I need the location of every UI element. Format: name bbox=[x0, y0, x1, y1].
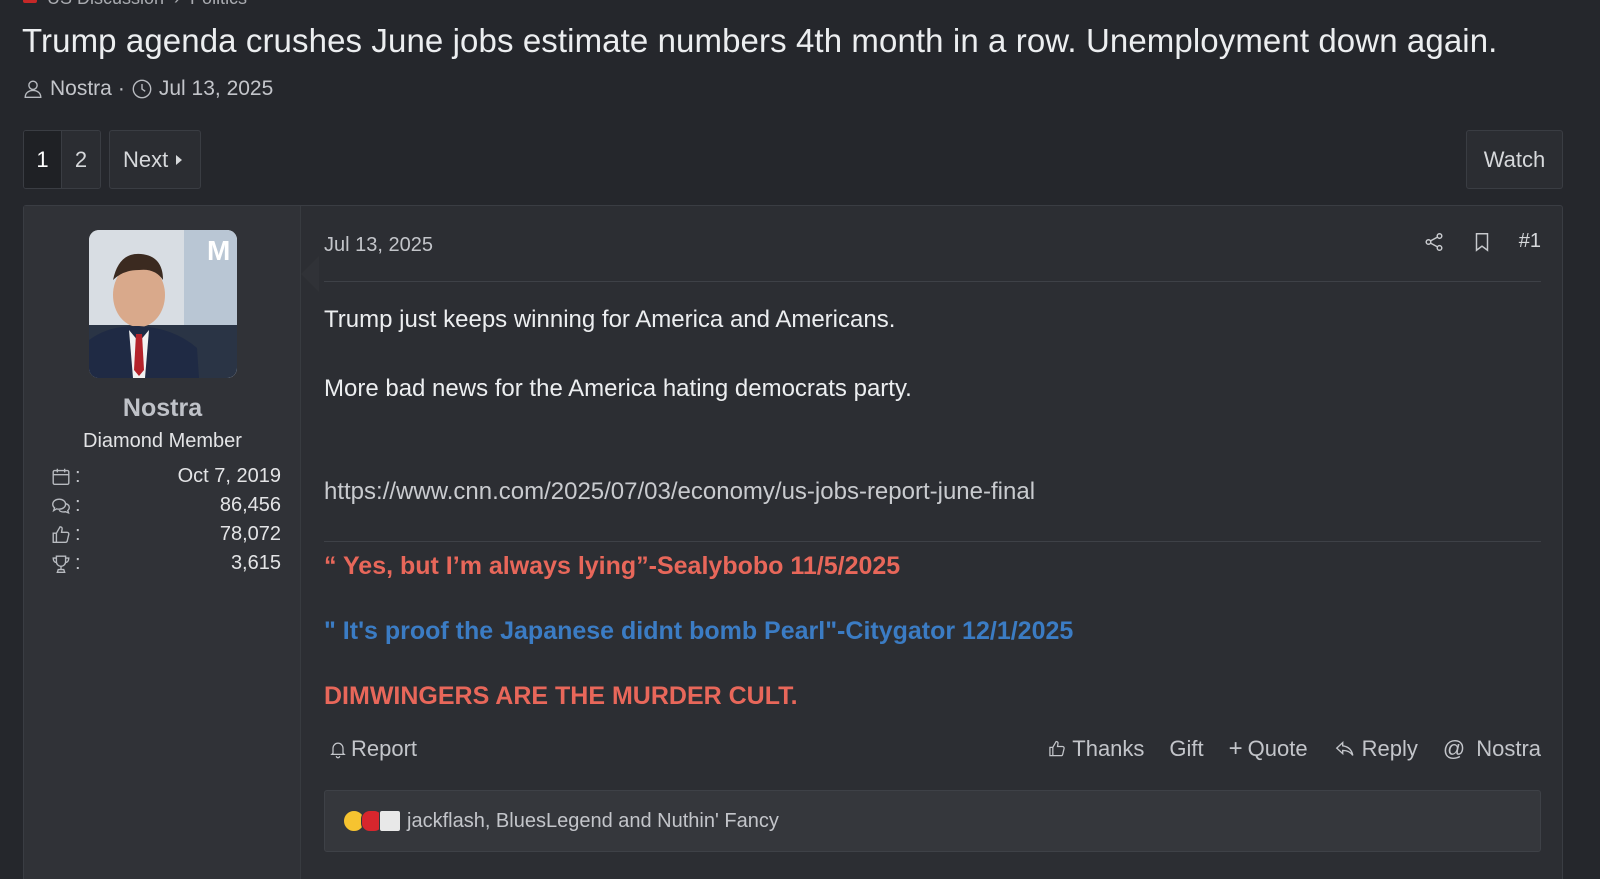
page-number-group: 1 2 bbox=[23, 130, 101, 189]
post-header-actions: #1 bbox=[1423, 230, 1541, 253]
gift-label: Gift bbox=[1169, 736, 1204, 761]
thumbs-up-icon bbox=[52, 525, 70, 543]
stat-label: : bbox=[75, 494, 81, 516]
body-line-1: Trump just keeps winning for America and… bbox=[324, 306, 896, 333]
messages-icon bbox=[52, 497, 70, 514]
breadcrumb-subforum[interactable]: Politics bbox=[190, 0, 247, 9]
bookmark-icon[interactable] bbox=[1471, 231, 1493, 253]
mention-label: Nostra bbox=[1476, 736, 1541, 761]
stat-value: 3,615 bbox=[230, 552, 281, 574]
user-stats: : Oct 7, 2019 : 86,456 : 78,072 : 3,615 bbox=[49, 462, 281, 578]
meta-separator: · bbox=[117, 77, 125, 100]
stat-label: : bbox=[75, 465, 81, 487]
stat-label: : bbox=[75, 552, 81, 574]
stat-joined: : Oct 7, 2019 bbox=[49, 462, 281, 491]
body-link[interactable]: https://www.cnn.com/2025/07/03/economy/u… bbox=[324, 478, 1035, 506]
reply-icon bbox=[1335, 741, 1354, 756]
reply-button[interactable]: Reply bbox=[1333, 736, 1418, 762]
report-label: Report bbox=[351, 736, 418, 761]
reactions-bar[interactable]: jackflash, BluesLegend and Nuthin' Fancy bbox=[324, 790, 1541, 852]
bell-icon bbox=[330, 742, 346, 759]
avatar-image: M bbox=[89, 230, 237, 378]
flag-icon bbox=[23, 0, 37, 3]
watch-button[interactable]: Watch bbox=[1466, 130, 1563, 189]
quote-label: Quote bbox=[1247, 736, 1308, 761]
mention-button[interactable]: @ Nostra bbox=[1443, 736, 1541, 762]
thanks-label: Thanks bbox=[1072, 736, 1145, 761]
calendar-icon bbox=[52, 468, 70, 485]
next-page-button[interactable]: Next bbox=[109, 130, 202, 189]
clock-icon bbox=[132, 79, 152, 99]
sticker-emoji-icon bbox=[379, 810, 401, 832]
stat-value: 86,456 bbox=[219, 494, 281, 516]
breadcrumb-forum[interactable]: US Discussion bbox=[47, 0, 164, 9]
post-arrow bbox=[301, 256, 319, 292]
thread-title: Trump agenda crushes June jobs estimate … bbox=[22, 22, 1498, 59]
post-username[interactable]: Nostra bbox=[24, 394, 301, 423]
stat-reactions: : 78,072 bbox=[49, 520, 281, 549]
share-icon[interactable] bbox=[1423, 231, 1445, 253]
report-button[interactable]: Report bbox=[328, 736, 417, 762]
body-line-2: More bad news for the America hating dem… bbox=[324, 375, 912, 402]
header-divider bbox=[324, 281, 1541, 282]
stat-value: Oct 7, 2019 bbox=[177, 465, 281, 487]
stat-messages: : 86,456 bbox=[49, 491, 281, 520]
post-main: Jul 13, 2025 #1 Trump just keeps winning… bbox=[324, 206, 1564, 879]
reactions-users[interactable]: jackflash, BluesLegend and Nuthin' Fancy bbox=[407, 810, 779, 833]
gift-button[interactable]: Gift bbox=[1169, 736, 1203, 762]
plus-icon: + bbox=[1228, 735, 1243, 762]
breadcrumb: US Discussion › Politics bbox=[23, 0, 247, 8]
stat-points: : 3,615 bbox=[49, 549, 281, 578]
thumbs-up-icon bbox=[1049, 740, 1066, 757]
page-1-button[interactable]: 1 bbox=[24, 131, 62, 188]
caret-right-icon bbox=[176, 154, 183, 165]
page-2-button[interactable]: 2 bbox=[62, 131, 100, 188]
stat-label: : bbox=[75, 523, 81, 545]
post: M Nostra Diamond Member : Oct 7, 2019 : … bbox=[23, 205, 1563, 879]
quote-button[interactable]: + Quote bbox=[1229, 736, 1308, 762]
avatar[interactable]: M bbox=[89, 230, 237, 378]
thread-date[interactable]: Jul 13, 2025 bbox=[159, 77, 273, 101]
svg-text:M: M bbox=[207, 235, 230, 266]
breadcrumb-separator: › bbox=[174, 0, 180, 9]
post-date[interactable]: Jul 13, 2025 bbox=[324, 234, 433, 257]
trophy-icon bbox=[52, 555, 70, 573]
thread-author[interactable]: Nostra bbox=[50, 77, 112, 101]
post-footer: Report Thanks Gift + Quote Reply @ Nostr… bbox=[324, 736, 1541, 772]
thanks-button[interactable]: Thanks bbox=[1047, 736, 1144, 762]
post-user-column: M Nostra Diamond Member : Oct 7, 2019 : … bbox=[24, 206, 301, 879]
post-footer-actions: Thanks Gift + Quote Reply @ Nostra bbox=[1047, 736, 1541, 762]
signature-divider bbox=[324, 541, 1541, 542]
signature-line-2: " It's proof the Japanese didnt bomb Pea… bbox=[324, 617, 1074, 645]
post-number[interactable]: #1 bbox=[1519, 230, 1541, 253]
signature-line-3: DIMWINGERS ARE THE MURDER CULT. bbox=[324, 682, 798, 710]
stat-value: 78,072 bbox=[219, 523, 281, 545]
next-label: Next bbox=[123, 146, 169, 172]
user-icon bbox=[24, 80, 42, 98]
thread-meta: Nostra · Jul 13, 2025 bbox=[22, 77, 273, 101]
reply-label: Reply bbox=[1361, 736, 1418, 761]
user-title: Diamond Member bbox=[83, 430, 242, 452]
pagination: 1 2 Next bbox=[23, 130, 202, 189]
signature-line-1: “ Yes, but I’m always lying”-Sealybobo 1… bbox=[324, 552, 901, 580]
at-icon: @ bbox=[1442, 736, 1466, 761]
reaction-icons bbox=[343, 810, 401, 832]
